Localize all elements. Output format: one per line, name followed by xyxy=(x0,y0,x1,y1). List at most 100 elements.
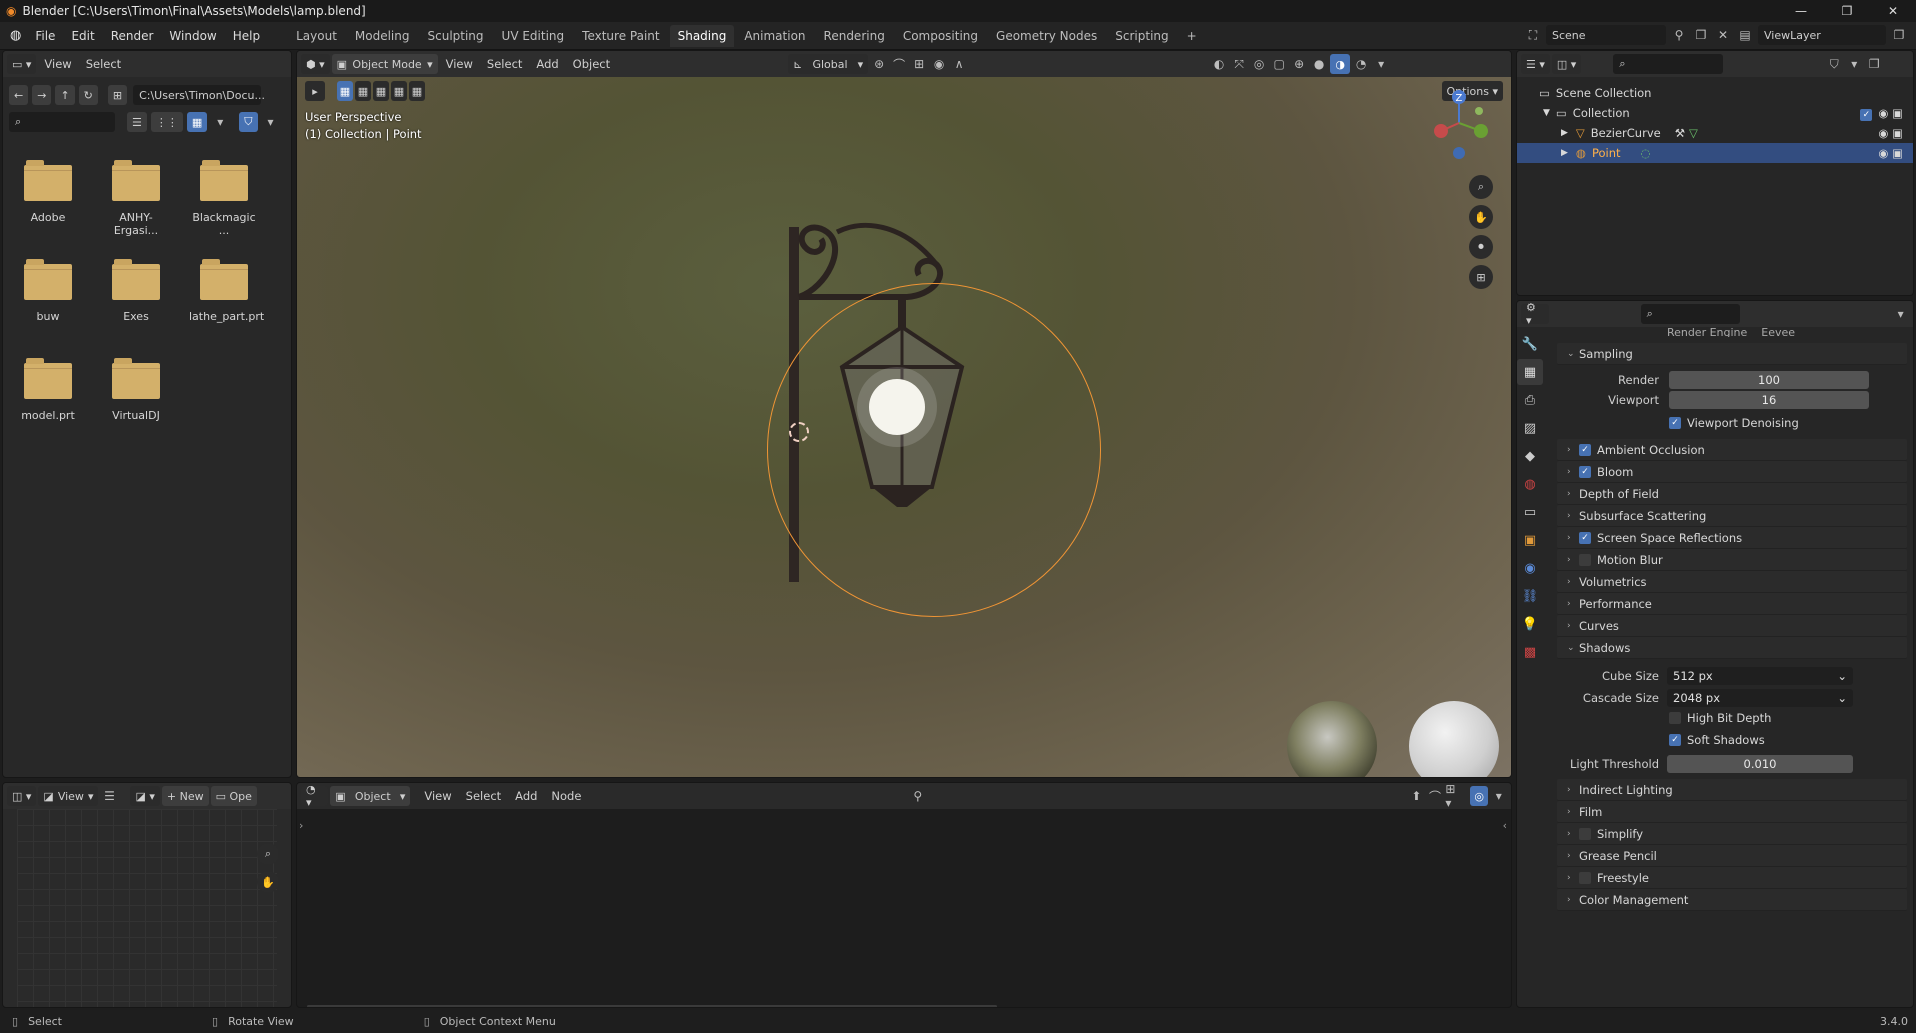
image-mode-dropdown[interactable]: ◪ View ▾ xyxy=(38,786,99,806)
collection-tab-icon[interactable]: ▭ xyxy=(1517,499,1543,525)
editor-type-icon[interactable]: ☰ ▾ xyxy=(1521,54,1550,74)
pin-icon[interactable]: ⚲ xyxy=(909,787,926,805)
refresh-icon[interactable]: ↻ xyxy=(78,85,98,105)
checkbox-checked-icon[interactable]: ✓ xyxy=(1579,465,1591,478)
sidebar-expand-icon[interactable]: ‹ xyxy=(1503,819,1507,832)
editor-type-icon[interactable]: ⬢ ▾ xyxy=(301,54,330,74)
section-volumetrics[interactable]: › Volumetrics xyxy=(1557,571,1907,593)
section-screen-space-reflections[interactable]: › ✓ Screen Space Reflections xyxy=(1557,527,1907,549)
shading-wire-icon[interactable]: ⊕ xyxy=(1290,55,1308,73)
section-shadows[interactable]: ⌄ Shadows xyxy=(1557,637,1907,659)
expand-arrow-icon[interactable]: ▶ xyxy=(1561,128,1568,138)
hamburger-menu-icon[interactable]: ☰ xyxy=(100,787,118,805)
tab-animation[interactable]: Animation xyxy=(736,25,813,47)
collection-row[interactable]: ▼ ▭ Collection ✓ ◉ ▣ xyxy=(1517,103,1913,123)
snap-icon[interactable]: ⌒ xyxy=(1427,787,1444,805)
folder-item[interactable]: ANHY-Ergasi... xyxy=(101,160,171,237)
xray-icon[interactable]: ▢ xyxy=(1270,55,1288,73)
section-film[interactable]: › Film xyxy=(1557,801,1907,823)
thumb-large-icon[interactable]: ▦ xyxy=(186,112,208,132)
section-motion-blur[interactable]: › Motion Blur xyxy=(1557,549,1907,571)
folder-item[interactable]: Exes xyxy=(101,259,171,323)
add-workspace-icon[interactable]: + xyxy=(1179,25,1205,47)
folder-item[interactable]: lathe_part.prt xyxy=(189,259,264,323)
viewport-menu-object[interactable]: Object xyxy=(567,57,616,71)
sort-dropdown-icon[interactable]: ▾ xyxy=(211,113,229,131)
render-engine-value[interactable]: Eevee xyxy=(1761,327,1795,337)
section-simplify[interactable]: › Simplify xyxy=(1557,823,1907,845)
tab-compositing[interactable]: Compositing xyxy=(895,25,986,47)
output-tab-icon[interactable]: ⎙ xyxy=(1517,387,1543,413)
filter-icon[interactable]: ⛉ xyxy=(1825,55,1843,73)
camera-render-icon[interactable]: ▣ xyxy=(1892,106,1903,120)
outliner-item-beziercurve[interactable]: ▶ ▽ BezierCurve ⚒ ▽ ◉ ▣ xyxy=(1517,123,1913,143)
shading-solid-icon[interactable]: ● xyxy=(1310,55,1328,73)
file-menu-select[interactable]: Select xyxy=(80,57,127,71)
open-image-button[interactable]: ▭ Ope xyxy=(210,786,257,806)
point-light-origin-icon[interactable] xyxy=(789,422,809,442)
shading-options-icon[interactable]: ▾ xyxy=(1372,55,1390,73)
forward-icon[interactable]: → xyxy=(32,85,52,105)
select-new-icon[interactable]: ▦ xyxy=(337,81,353,101)
minimize-button[interactable]: — xyxy=(1778,0,1824,22)
snap-target-icon[interactable]: ⊞ ▾ xyxy=(1445,783,1462,810)
section-ambient-occlusion[interactable]: › ✓ Ambient Occlusion xyxy=(1557,439,1907,461)
object-tab-icon[interactable]: ▣ xyxy=(1517,527,1543,553)
horizontal-scrollbar[interactable] xyxy=(307,1005,997,1007)
directory-path-field[interactable]: C:\Users\Timon\Docu... xyxy=(133,85,265,105)
delete-view-layer-icon[interactable]: ✕ xyxy=(1912,26,1916,44)
select-tool-icon[interactable]: ▸ xyxy=(305,81,325,101)
camera-render-icon[interactable]: ▣ xyxy=(1892,126,1903,140)
tab-sculpting[interactable]: Sculpting xyxy=(420,25,492,47)
snap-target-icon[interactable]: ⊞ xyxy=(910,55,928,73)
section-curves[interactable]: › Curves xyxy=(1557,615,1907,637)
pivot-icon[interactable]: ⊛ xyxy=(870,55,888,73)
overlay-toggle-icon[interactable]: ◎ xyxy=(1250,55,1268,73)
maximize-button[interactable]: ❐ xyxy=(1824,0,1870,22)
zoom-icon[interactable]: ⌕ xyxy=(1469,175,1493,199)
overlay-toggle-icon[interactable]: ◎ xyxy=(1469,786,1489,806)
pan-hand-icon[interactable]: ✋ xyxy=(1469,205,1493,229)
texture-tab-icon[interactable]: ▩ xyxy=(1517,639,1543,665)
select-intersect-icon[interactable]: ▦ xyxy=(409,81,425,101)
tab-uv-editing[interactable]: UV Editing xyxy=(494,25,573,47)
menu-render[interactable]: Render xyxy=(103,29,162,43)
folder-item[interactable]: buw xyxy=(13,259,83,323)
new-collection-icon[interactable]: ❐ xyxy=(1865,55,1883,73)
falloff-icon[interactable]: ∧ xyxy=(950,55,968,73)
viewport-menu-view[interactable]: View xyxy=(440,57,479,71)
editor-type-icon[interactable]: ◫ ▾ xyxy=(7,786,37,806)
menu-edit[interactable]: Edit xyxy=(63,29,102,43)
perspective-toggle-icon[interactable]: ⊞ xyxy=(1469,265,1493,289)
thumb-small-icon[interactable]: ⋮⋮ xyxy=(150,112,183,132)
tab-rendering[interactable]: Rendering xyxy=(816,25,893,47)
folder-item[interactable]: VirtualDJ xyxy=(101,358,171,422)
scene-icon[interactable]: ⛶ xyxy=(1524,26,1542,44)
back-icon[interactable]: ← xyxy=(9,85,29,105)
snap-icon[interactable]: ⌒ xyxy=(890,55,908,73)
section-sampling[interactable]: ⌄ Sampling xyxy=(1557,343,1907,365)
soft-shadows-checkbox[interactable]: ✓ Soft Shadows xyxy=(1669,733,1765,747)
physics-tab-icon[interactable]: ◉ xyxy=(1517,555,1543,581)
shading-material-icon[interactable]: ◑ xyxy=(1330,54,1351,74)
checkbox-checked-icon[interactable]: ✓ xyxy=(1579,531,1591,544)
tab-texture-paint[interactable]: Texture Paint xyxy=(574,25,667,47)
editor-type-icon[interactable]: ◔ ▾ xyxy=(301,783,329,809)
cube-size-dropdown[interactable]: 512 px ⌄ xyxy=(1667,667,1853,685)
transform-orientation-dropdown[interactable]: ⊾ Global ▾ xyxy=(788,54,869,74)
section-depth-of-field[interactable]: › Depth of Field xyxy=(1557,483,1907,505)
blender-menu-icon[interactable]: ◍ xyxy=(10,28,21,43)
scene-tab-icon[interactable]: ◆ xyxy=(1517,443,1543,469)
viewport-menu-add[interactable]: Add xyxy=(530,57,564,71)
overlay-options-icon[interactable]: ▾ xyxy=(1490,787,1507,805)
section-freestyle[interactable]: › Freestyle xyxy=(1557,867,1907,889)
node-menu-add[interactable]: Add xyxy=(509,789,543,803)
view-layer-field[interactable]: ViewLayer xyxy=(1758,25,1886,45)
delete-scene-icon[interactable]: ✕ xyxy=(1714,26,1732,44)
render-tab-icon[interactable]: ▦ xyxy=(1517,359,1543,385)
checkbox-checked-icon[interactable]: ✓ xyxy=(1579,443,1591,456)
expand-arrow-icon[interactable]: ▼ xyxy=(1543,108,1550,118)
filter-dropdown-icon[interactable]: ▾ xyxy=(262,113,280,131)
checkbox-unchecked-icon[interactable] xyxy=(1579,827,1591,840)
gizmo-toggle-icon[interactable]: ⤧ xyxy=(1230,55,1248,73)
